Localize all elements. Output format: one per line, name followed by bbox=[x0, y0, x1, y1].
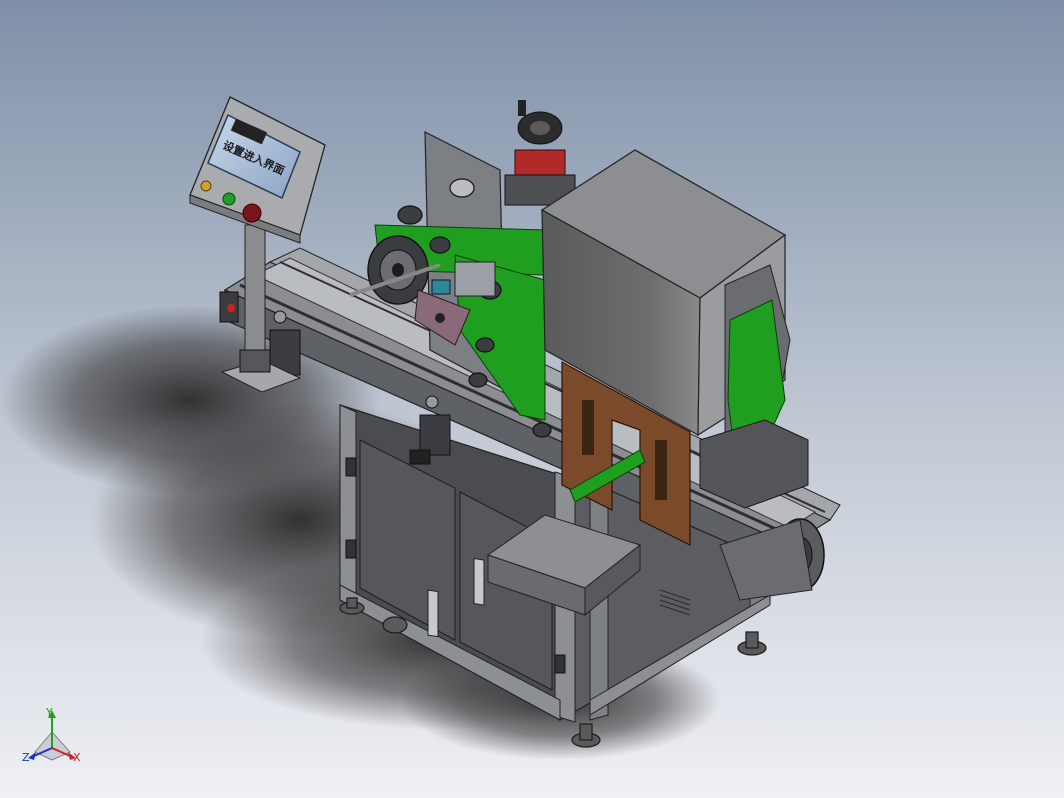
x-axis-label: X bbox=[73, 751, 81, 764]
y-axis-label: Y bbox=[45, 706, 53, 719]
conveyor-stop-button[interactable] bbox=[227, 304, 235, 312]
cad-viewport[interactable]: 设置进入界面 ████ Y X Z bbox=[0, 0, 1064, 798]
green-start-button[interactable] bbox=[222, 192, 236, 206]
yellow-lamp-button[interactable] bbox=[200, 180, 212, 192]
z-axis-label: Z bbox=[22, 751, 30, 764]
red-stop-button[interactable] bbox=[242, 203, 262, 223]
